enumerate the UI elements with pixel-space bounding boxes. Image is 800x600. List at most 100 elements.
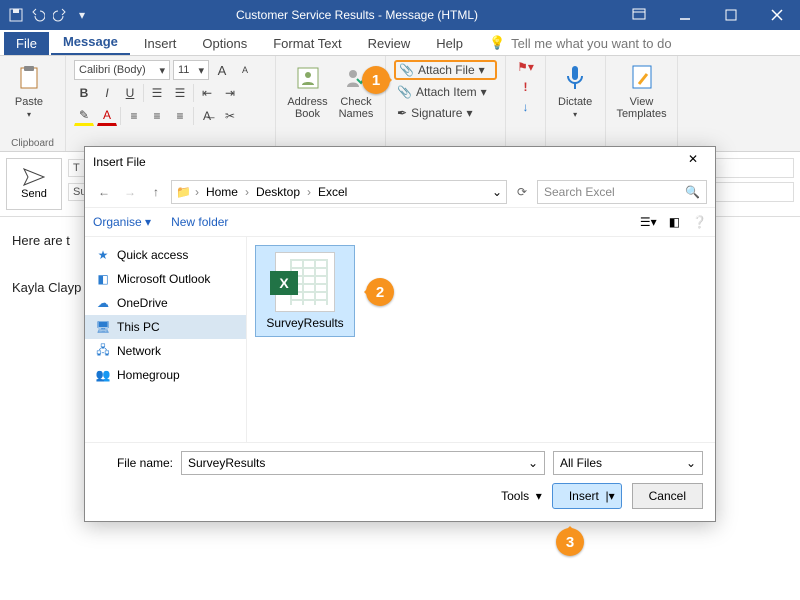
crumb-desktop[interactable]: Desktop	[253, 185, 303, 199]
align-center-icon[interactable]: ≡	[147, 106, 167, 126]
search-icon: 🔍	[685, 185, 700, 199]
save-icon[interactable]	[8, 7, 24, 23]
star-icon: ★	[95, 247, 111, 263]
search-placeholder: Search Excel	[544, 185, 615, 199]
insert-button[interactable]: Insert |▾	[552, 483, 622, 509]
paperclip-icon: 📎	[399, 63, 414, 77]
tab-message[interactable]: Message	[51, 30, 130, 55]
attach-item-button[interactable]: 📎 Attach Item ▾	[394, 83, 497, 101]
address-book-button[interactable]: Address Book	[284, 60, 331, 122]
tab-review[interactable]: Review	[356, 32, 423, 55]
tell-me[interactable]: 💡 Tell me what you want to do	[489, 31, 672, 55]
minimize-icon[interactable]	[662, 0, 708, 30]
preview-pane-icon[interactable]: ◧	[669, 215, 680, 229]
filename-input[interactable]: SurveyResults⌄	[181, 451, 545, 475]
window-title: Customer Service Results - Message (HTML…	[98, 8, 616, 22]
nav-onedrive[interactable]: ☁OneDrive	[85, 291, 246, 315]
dictate-button[interactable]: Dictate▾	[554, 60, 596, 121]
redo-icon[interactable]	[52, 7, 68, 23]
format-painter-icon[interactable]: ✂	[220, 106, 240, 126]
signature-button[interactable]: ✒ Signature ▾	[394, 104, 497, 122]
title-bar: ▾ Customer Service Results - Message (HT…	[0, 0, 800, 30]
clear-format-icon[interactable]: A̶	[197, 106, 217, 126]
tab-file[interactable]: File	[4, 32, 49, 55]
send-button[interactable]: Send	[6, 158, 62, 210]
cloud-icon: ☁	[95, 295, 111, 311]
numbering-icon[interactable]: ☰	[170, 83, 190, 103]
dialog-close-icon[interactable]: ✕	[679, 152, 707, 172]
flag-icon[interactable]: ⚑▾	[517, 60, 534, 74]
nav-quick-access[interactable]: ★Quick access	[85, 243, 246, 267]
view-mode-icon[interactable]: ☰▾	[640, 215, 657, 229]
callout-3: 3	[556, 528, 584, 556]
paste-button[interactable]: Paste ▾	[8, 60, 50, 121]
attach-file-button[interactable]: 📎 Attach File ▾	[394, 60, 497, 80]
callout-1: 1	[362, 66, 390, 94]
nav-tree: ★Quick access ◧Microsoft Outlook ☁OneDri…	[85, 237, 247, 442]
cancel-button[interactable]: Cancel	[632, 483, 703, 509]
tab-format-text[interactable]: Format Text	[261, 32, 353, 55]
network-icon: 🖧	[95, 343, 111, 359]
attach-item-icon: 📎	[397, 85, 412, 99]
importance-low-icon[interactable]: ↓	[523, 100, 529, 114]
nav-outlook[interactable]: ◧Microsoft Outlook	[85, 267, 246, 291]
outdent-icon[interactable]: ⇤	[197, 83, 217, 103]
bullets-icon[interactable]: ☰	[147, 83, 167, 103]
filter-select[interactable]: All Files⌄	[553, 451, 703, 475]
tell-me-label: Tell me what you want to do	[511, 36, 671, 51]
align-right-icon[interactable]: ≡	[170, 106, 190, 126]
nav-homegroup[interactable]: 👥Homegroup	[85, 363, 246, 387]
font-size-combo[interactable]: 11▾	[173, 60, 209, 80]
bold-button[interactable]: B	[74, 83, 94, 103]
crumb-home[interactable]: Home	[203, 185, 241, 199]
tools-button[interactable]: Tools ▾	[501, 489, 542, 503]
signature-icon: ✒	[397, 106, 407, 120]
breadcrumb-dropdown-icon[interactable]: ⌄	[492, 185, 502, 199]
dialog-title: Insert File	[93, 155, 146, 169]
group-clipboard-label: Clipboard	[8, 138, 57, 149]
homegroup-icon: 👥	[95, 367, 111, 383]
nav-network[interactable]: 🖧Network	[85, 339, 246, 363]
nav-back-icon[interactable]: ←	[93, 181, 115, 203]
new-folder-button[interactable]: New folder	[171, 215, 228, 229]
nav-up-icon[interactable]: ↑	[145, 181, 167, 203]
qat-dropdown-icon[interactable]: ▾	[74, 7, 90, 23]
outlook-icon: ◧	[95, 271, 111, 287]
tab-options[interactable]: Options	[190, 32, 259, 55]
search-box[interactable]: Search Excel 🔍	[537, 180, 707, 204]
lightbulb-icon: 💡	[489, 35, 505, 51]
align-left-icon[interactable]: ≡	[124, 106, 144, 126]
undo-icon[interactable]	[30, 7, 46, 23]
crumb-excel[interactable]: Excel	[315, 185, 350, 199]
grow-font-icon[interactable]: A	[212, 60, 232, 80]
file-area[interactable]: X SurveyResults	[247, 237, 715, 442]
underline-button[interactable]: U	[120, 83, 140, 103]
organise-button[interactable]: Organise ▾	[93, 215, 151, 229]
folder-icon: 📁	[176, 185, 191, 199]
importance-high-icon[interactable]: !	[524, 80, 528, 94]
excel-file-icon: X	[275, 252, 335, 312]
nav-this-pc[interactable]: 🖥This PC	[85, 315, 246, 339]
nav-forward-icon[interactable]: →	[119, 181, 141, 203]
refresh-icon[interactable]: ⟳	[511, 181, 533, 203]
shrink-font-icon[interactable]: A	[235, 60, 255, 80]
tab-insert[interactable]: Insert	[132, 32, 189, 55]
maximize-icon[interactable]	[708, 0, 754, 30]
view-templates-button[interactable]: View Templates	[614, 60, 669, 122]
file-surveyresults[interactable]: X SurveyResults	[255, 245, 355, 337]
pc-icon: 🖥	[95, 319, 111, 335]
ribbon: Paste ▾ Clipboard Calibri (Body)▾ 11▾ A …	[0, 56, 800, 152]
filename-label: File name:	[97, 456, 173, 470]
highlight-icon[interactable]: ✎	[74, 106, 94, 126]
indent-icon[interactable]: ⇥	[220, 83, 240, 103]
address-bar[interactable]: 📁› Home› Desktop› Excel ⌄	[171, 180, 507, 204]
tab-help[interactable]: Help	[424, 32, 475, 55]
close-icon[interactable]	[754, 0, 800, 30]
font-name-combo[interactable]: Calibri (Body)▾	[74, 60, 170, 80]
insert-file-dialog: Insert File ✕ ← → ↑ 📁› Home› Desktop› Ex…	[84, 146, 716, 522]
help-icon[interactable]: ❔	[692, 215, 707, 229]
file-label: SurveyResults	[266, 316, 343, 330]
italic-button[interactable]: I	[97, 83, 117, 103]
ribbon-options-icon[interactable]	[616, 0, 662, 30]
font-color-icon[interactable]: A	[97, 106, 117, 126]
